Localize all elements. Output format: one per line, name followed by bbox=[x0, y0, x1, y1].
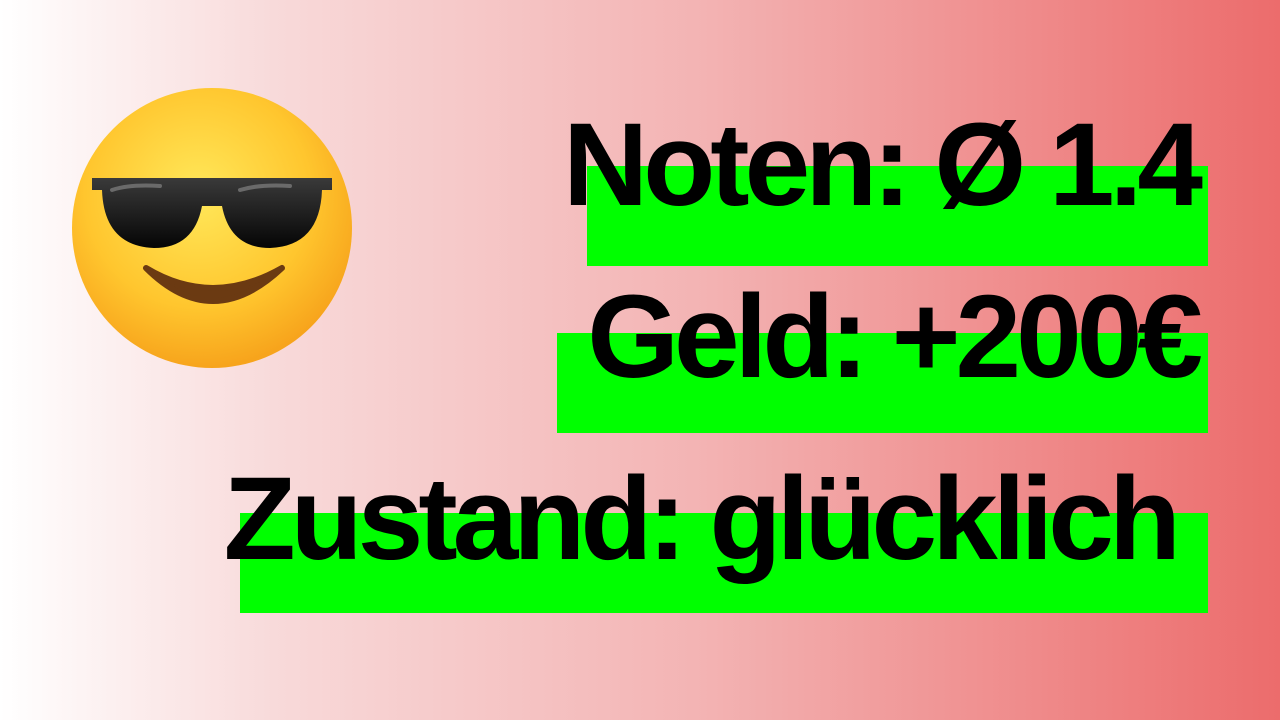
slide: Noten: Ø 1.4 Geld: +200€ Zustand: glückl… bbox=[0, 0, 1280, 720]
sunglasses-face-icon bbox=[72, 88, 352, 368]
grades-text: Noten: Ø 1.4 bbox=[563, 99, 1203, 231]
state-text: Zustand: glücklich bbox=[223, 453, 1181, 585]
money-text: Geld: +200€ bbox=[587, 271, 1203, 403]
